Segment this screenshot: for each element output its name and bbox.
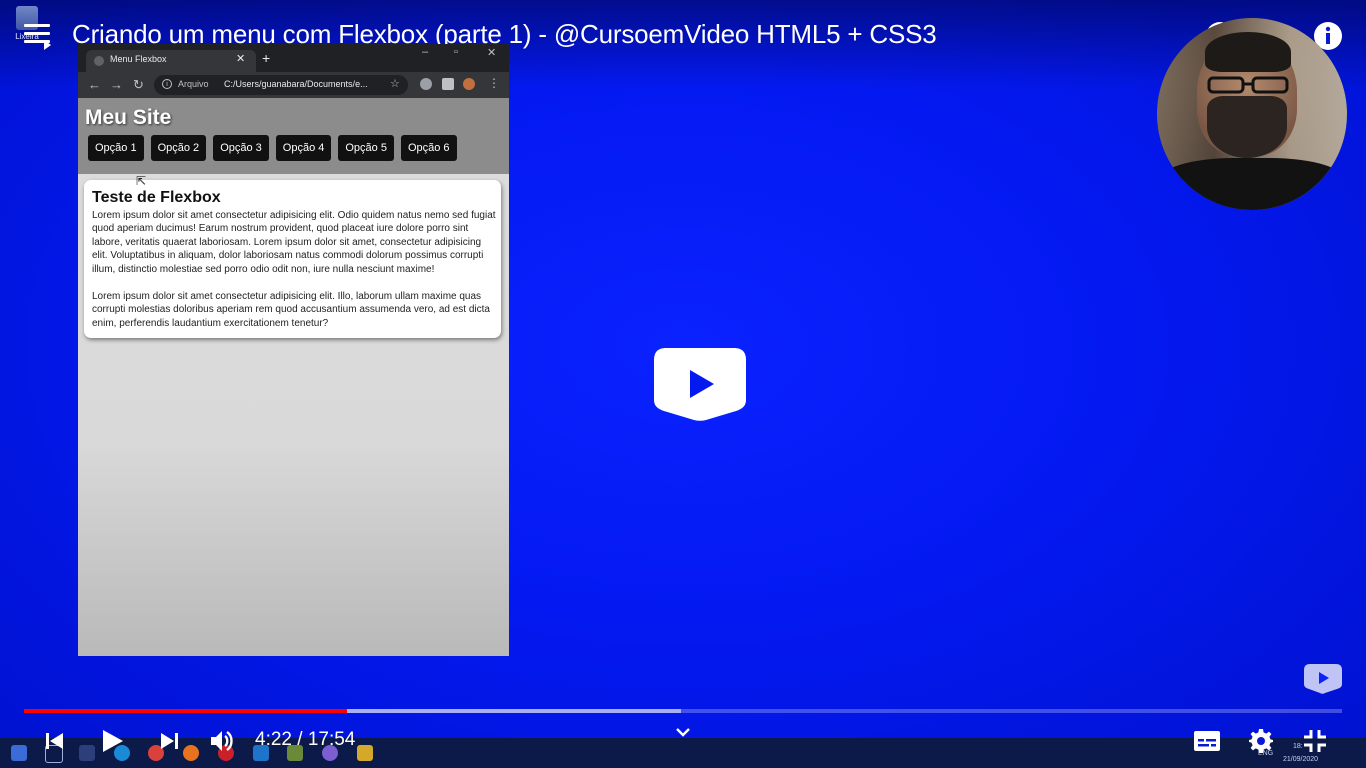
menu-option-3[interactable]: Opção 3 <box>213 135 269 161</box>
playlist-play-icon <box>44 40 51 50</box>
current-time: 4:22 <box>255 729 292 750</box>
time-display: 4:22 / 17:54 <box>255 729 355 751</box>
browser-toolbar: ← → ↻ i Arquivo C:/Users/guanabara/Docum… <box>78 72 509 98</box>
tray-date: 21/09/2020 <box>1283 756 1319 763</box>
puzzle-icon[interactable] <box>442 78 454 90</box>
menu-option-2[interactable]: Opção 2 <box>150 135 207 161</box>
duration: 17:54 <box>307 729 356 750</box>
minimize-icon[interactable]: – <box>422 46 428 58</box>
menu-option-5[interactable]: Opção 5 <box>338 135 394 161</box>
browser-tab[interactable]: Menu Flexbox ✕ <box>86 50 256 72</box>
folder-icon[interactable] <box>357 745 373 761</box>
url-scheme-label: Arquivo <box>178 79 209 89</box>
skip-previous-icon[interactable] <box>40 728 68 754</box>
reload-icon[interactable]: ↻ <box>133 77 144 93</box>
close-tab-icon[interactable]: ✕ <box>236 52 245 65</box>
address-bar[interactable]: i Arquivo C:/Users/guanabara/Documents/e… <box>154 75 408 95</box>
windows-start-icon[interactable] <box>11 745 27 761</box>
new-tab-icon[interactable]: + <box>262 50 270 66</box>
card-paragraph-2: Lorem ipsum dolor sit amet consectetur a… <box>92 291 490 329</box>
close-window-icon[interactable]: ✕ <box>487 46 496 59</box>
back-icon[interactable]: ← <box>88 77 101 92</box>
menu-option-6[interactable]: Opção 6 <box>400 135 457 161</box>
site-info-icon[interactable]: i <box>162 79 172 89</box>
content-card: Teste de Flexbox Lorem ipsum dolor sit a… <box>84 180 501 338</box>
firefox-icon[interactable] <box>183 745 199 761</box>
progress-bar[interactable] <box>24 709 1342 713</box>
volume-icon[interactable] <box>206 728 238 754</box>
maximize-icon[interactable]: ▫ <box>454 46 458 58</box>
card-heading: Teste de Flexbox <box>92 189 221 206</box>
browser-menu-icon[interactable]: ⋮ <box>488 76 500 90</box>
big-play-button[interactable] <box>652 346 748 422</box>
extension-icon[interactable] <box>420 78 432 90</box>
exit-fullscreen-icon[interactable] <box>1300 728 1330 754</box>
url-text: C:/Users/guanabara/Documents/e... <box>224 79 368 89</box>
channel-watermark-icon[interactable] <box>1303 662 1343 694</box>
favicon-icon <box>94 56 104 66</box>
site-header: Meu Site Opção 1 Opção 2 Opção 3 Opção 4… <box>78 98 509 174</box>
task-view-icon[interactable] <box>79 745 95 761</box>
time-separator: / <box>291 729 308 750</box>
menu-option-4[interactable]: Opção 4 <box>275 135 332 161</box>
profile-avatar[interactable] <box>463 78 475 90</box>
browser-tab-bar: Menu Flexbox ✕ + – ▫ ✕ <box>78 44 509 72</box>
skip-next-icon[interactable] <box>156 728 184 754</box>
site-body: Teste de Flexbox Lorem ipsum dolor sit a… <box>78 174 509 656</box>
gear-icon[interactable] <box>1246 728 1276 754</box>
forward-icon[interactable]: → <box>110 77 123 92</box>
embedded-browser-window: Menu Flexbox ✕ + – ▫ ✕ ← → ↻ i Arquivo C… <box>78 44 509 656</box>
browser-tab-title: Menu Flexbox <box>110 54 167 64</box>
card-paragraph-1: Lorem ipsum dolor sit amet consectetur a… <box>92 210 496 275</box>
site-menu: Opção 1 Opção 2 Opção 3 Opção 4 Opção 5 … <box>88 135 457 161</box>
site-title: Meu Site <box>85 106 172 129</box>
menu-option-1[interactable]: Opção 1 <box>88 135 144 161</box>
chevron-down-icon[interactable] <box>675 726 691 744</box>
webcam-overlay <box>1157 18 1347 210</box>
mouse-cursor-icon: ⇱ <box>136 174 147 188</box>
play-icon[interactable] <box>96 728 128 754</box>
subtitles-icon[interactable] <box>1192 728 1222 754</box>
progress-played <box>24 709 347 713</box>
bookmark-star-icon[interactable]: ☆ <box>390 77 400 90</box>
